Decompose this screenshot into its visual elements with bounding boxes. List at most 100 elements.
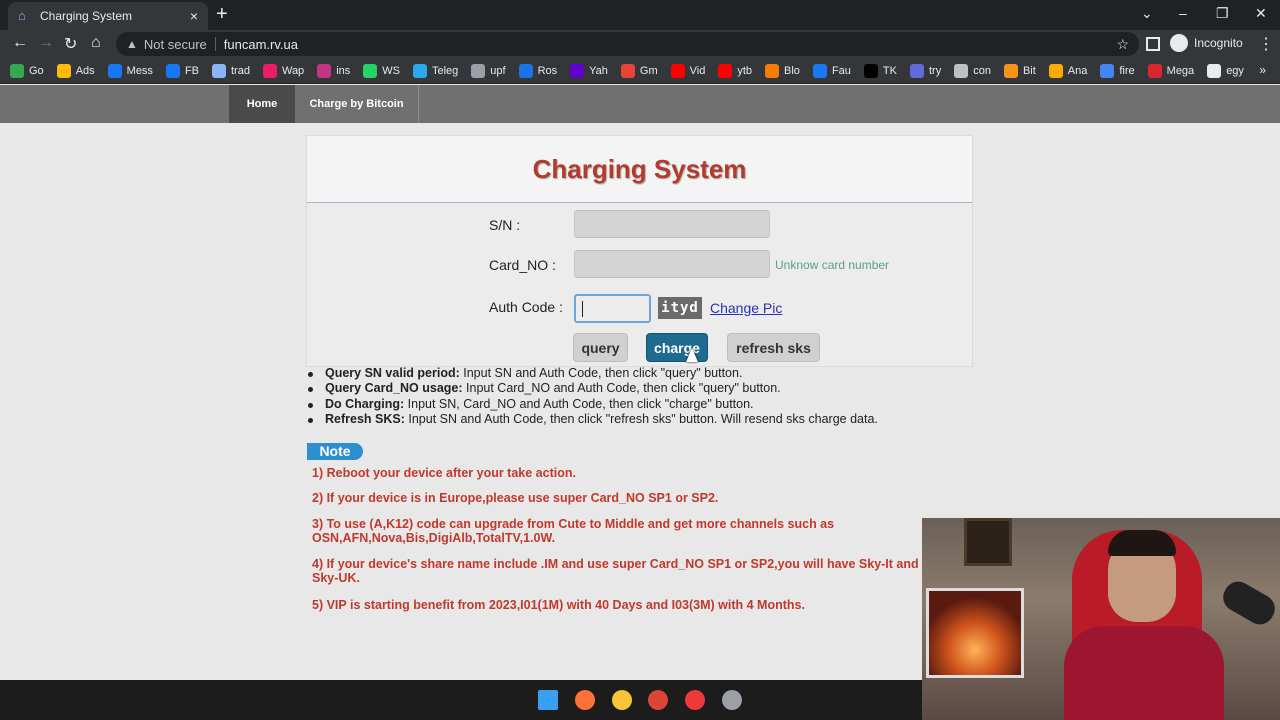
home-icon[interactable]: ⌂: [91, 34, 101, 52]
bookmark-label: Vid: [689, 64, 706, 77]
more-bookmarks-icon[interactable]: »: [1259, 63, 1266, 77]
bookmark-item[interactable]: Fau: [812, 63, 851, 78]
query-button[interactable]: query: [573, 333, 628, 362]
bookmark-item[interactable]: Yah: [570, 63, 608, 78]
auth-code-input[interactable]: [574, 294, 651, 323]
bookmark-label: Teleg: [431, 64, 459, 77]
tab-title: Charging System: [40, 9, 133, 23]
browser-toolbar: ← → ↻ ⌂ ▲ Not secure funcam.rv.ua ☆ Inco…: [0, 30, 1280, 58]
note-badge: Note: [307, 443, 363, 460]
tab-search-icon[interactable]: ⌄: [1141, 5, 1153, 22]
bookmark-item[interactable]: WS: [363, 63, 400, 78]
bookmark-item[interactable]: Vid: [670, 63, 706, 78]
bookmark-item[interactable]: ytb: [718, 63, 752, 78]
bookmark-item[interactable]: Gm: [620, 63, 658, 78]
bookmark-item[interactable]: fire: [1100, 63, 1135, 78]
bookmark-item[interactable]: Blo: [765, 63, 800, 78]
bookmark-item[interactable]: Bit: [1003, 63, 1036, 78]
chrome-icon[interactable]: [648, 690, 668, 710]
bookmark-label: Ana: [1067, 64, 1088, 77]
sn-input[interactable]: [574, 210, 770, 238]
bookmark-item[interactable]: FB: [165, 63, 199, 78]
maximize-button[interactable]: ❐: [1216, 5, 1229, 22]
security-status: Not secure: [143, 36, 207, 52]
note-item: 5) VIP is starting benefit from 2023,I01…: [312, 598, 805, 612]
charge-button[interactable]: charge: [646, 333, 708, 362]
bookmark-favicon-icon: [620, 63, 635, 78]
card-hint: Unknow card number: [775, 258, 890, 272]
bookmark-favicon-icon: [1003, 63, 1018, 78]
tab-strip: ⌂ Charging System × + ⌄ – ❐ ✕: [0, 0, 1280, 30]
bookmark-label: Gm: [639, 64, 658, 77]
tab-close-icon[interactable]: ×: [190, 8, 198, 24]
minimize-button[interactable]: –: [1179, 5, 1187, 21]
nav-home[interactable]: Home: [229, 85, 295, 123]
bookmark-favicon-icon: [570, 63, 585, 78]
bookmark-item[interactable]: TK: [863, 63, 897, 78]
webcam-overlay: [922, 518, 1280, 720]
side-panel-icon[interactable]: [1146, 37, 1160, 51]
bookmark-item[interactable]: Ana: [1048, 63, 1088, 78]
instruction-text: Input Card_NO and Auth Code, then click …: [462, 381, 781, 396]
bookmark-favicon-icon: [518, 63, 533, 78]
incognito-avatar-icon: [1170, 34, 1188, 52]
bookmark-label: trad: [231, 64, 250, 77]
bookmark-item[interactable]: Ros: [518, 63, 557, 78]
nav-charge-by-bitcoin[interactable]: Charge by Bitcoin: [295, 85, 419, 123]
site-navbar: Home Charge by Bitcoin: [0, 85, 1280, 123]
incognito-profile-button[interactable]: Incognito: [1170, 34, 1243, 52]
close-window-button[interactable]: ✕: [1255, 5, 1267, 22]
bookmark-label: Yah: [589, 64, 608, 77]
url-text[interactable]: funcam.rv.ua: [224, 37, 298, 52]
bookmark-item[interactable]: egy: [1207, 63, 1244, 78]
presenter-body: [1064, 626, 1224, 720]
change-pic-link[interactable]: Change Pic: [710, 300, 782, 316]
menu-kebab-icon[interactable]: ⋮: [1258, 34, 1274, 54]
address-bar[interactable]: ▲ Not secure funcam.rv.ua ☆: [116, 32, 1139, 56]
new-tab-button[interactable]: +: [216, 4, 228, 24]
bookmark-item[interactable]: Go: [10, 63, 44, 78]
bookmark-item[interactable]: ins: [317, 63, 350, 78]
bookmark-item[interactable]: Teleg: [412, 63, 459, 78]
bookmark-item[interactable]: upf: [471, 63, 506, 78]
obs-icon[interactable]: [722, 690, 742, 710]
windows-start-icon[interactable]: [538, 690, 558, 710]
bookmark-label: Fau: [831, 64, 851, 77]
browser-tab[interactable]: ⌂ Charging System ×: [8, 2, 208, 30]
bookmark-item[interactable]: Wap: [262, 63, 304, 78]
bookmark-item[interactable]: Mess: [107, 63, 153, 78]
vivaldi-icon[interactable]: [685, 690, 705, 710]
bookmark-label: Blo: [784, 64, 800, 77]
wall-picture: [964, 518, 1012, 566]
bookmark-favicon-icon: [1048, 63, 1063, 78]
fireplace-screen: [926, 588, 1024, 678]
bookmark-item[interactable]: con: [954, 63, 991, 78]
bookmark-label: con: [973, 64, 991, 77]
list-item: Query Card_NO usage: Input Card_NO and A…: [307, 381, 878, 396]
bookmark-label: Mega: [1166, 64, 1195, 77]
bookmark-item[interactable]: Mega: [1147, 63, 1195, 78]
bookmark-item[interactable]: Ads: [56, 63, 95, 78]
card-no-input[interactable]: [574, 250, 770, 278]
bookmark-label: try: [928, 64, 942, 77]
bookmark-favicon-icon: [1207, 63, 1222, 78]
reload-icon[interactable]: ↻: [64, 34, 77, 54]
mouse-cursor-icon: [686, 348, 698, 362]
bookmark-favicon-icon: [909, 63, 924, 78]
bookmark-favicon-icon: [165, 63, 180, 78]
address-divider: [214, 37, 216, 51]
bookmark-favicon-icon: [10, 63, 24, 78]
charging-form-panel: Charging System S/N : Card_NO : Unknow c…: [306, 135, 973, 367]
refresh-sks-button[interactable]: refresh sks: [727, 333, 820, 362]
bookmark-favicon-icon: [412, 63, 427, 78]
bookmark-item[interactable]: try: [909, 63, 942, 78]
captcha-image: ityd: [658, 297, 702, 319]
file-explorer-icon[interactable]: [612, 690, 632, 710]
bookmark-label: Mess: [126, 64, 153, 77]
forward-arrow-icon[interactable]: →: [38, 34, 54, 52]
auth-code-label: Auth Code :: [489, 299, 563, 315]
back-arrow-icon[interactable]: ←: [12, 34, 28, 52]
bookmark-item[interactable]: trad: [212, 63, 250, 78]
firefox-icon[interactable]: [575, 690, 595, 710]
bookmark-star-icon[interactable]: ☆: [1116, 36, 1129, 53]
